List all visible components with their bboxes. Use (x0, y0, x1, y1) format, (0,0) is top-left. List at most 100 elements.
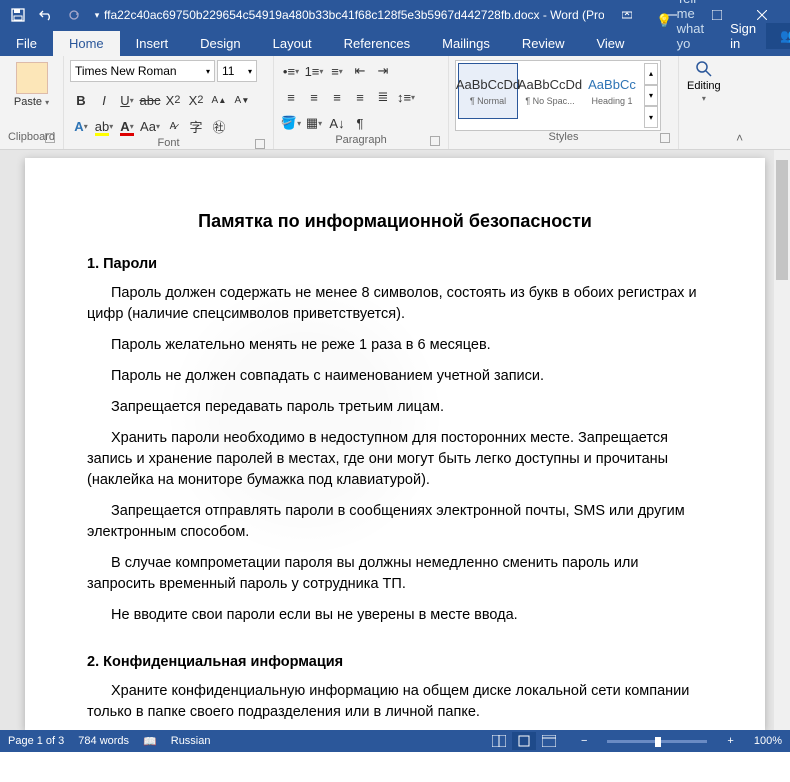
gallery-more[interactable]: ▾ (644, 106, 658, 128)
increase-indent-button[interactable]: ⇥ (372, 60, 394, 82)
doc-heading-2: 2. Конфиденциальная информация (87, 652, 703, 673)
multilevel-button[interactable]: ≡▾ (326, 60, 348, 82)
superscript-button[interactable]: X2 (185, 89, 207, 111)
doc-paragraph: В случае компрометации пароля вы должны … (87, 553, 703, 595)
strikethrough-button[interactable]: abc (139, 89, 161, 111)
paragraph-group-label: Paragraph (335, 134, 386, 146)
language-indicator[interactable]: Russian (171, 735, 211, 747)
doc-paragraph: Не вводите свои пароли если вы не уверен… (87, 605, 703, 626)
subscript-button[interactable]: X2 (162, 89, 184, 111)
font-size-combo[interactable]: 11▾ (217, 60, 257, 82)
align-left-button[interactable]: ≡ (280, 86, 302, 108)
highlight-button[interactable]: ab▾ (93, 115, 115, 137)
paste-button[interactable]: Paste ▾ (10, 60, 53, 110)
doc-paragraph: Пароль должен содержать не менее 8 симво… (87, 283, 703, 325)
grow-font-button[interactable]: A▲ (208, 89, 230, 111)
tab-home[interactable]: Home (53, 31, 120, 56)
undo-icon[interactable] (34, 3, 58, 27)
save-icon[interactable] (6, 3, 30, 27)
web-layout-button[interactable] (537, 732, 561, 750)
sign-in-button[interactable]: Sign in (720, 16, 766, 56)
styles-launcher[interactable] (660, 133, 670, 143)
shading-button[interactable]: 🪣▾ (280, 112, 302, 134)
editing-button[interactable]: Editing ▾ (687, 60, 721, 129)
share-icon: 👥 (780, 28, 790, 44)
bullets-button[interactable]: •≡▾ (280, 60, 302, 82)
find-icon (695, 60, 713, 78)
tab-view[interactable]: View (580, 31, 640, 56)
window-title: ffa22c40ac69750b229654c54919a480b33bc41f… (104, 8, 604, 22)
doc-paragraph: Запрещается передавать пароль третьим ли… (87, 397, 703, 418)
tab-layout[interactable]: Layout (257, 31, 328, 56)
style-normal[interactable]: AaBbCcDd ¶ Normal (458, 63, 518, 119)
clear-format-button[interactable]: A̷ (162, 115, 184, 137)
change-case-button[interactable]: Aa▾ (139, 115, 161, 137)
zoom-in-button[interactable]: + (721, 735, 739, 747)
lightbulb-icon: 💡 (656, 13, 672, 29)
borders-button[interactable]: ▦▾ (303, 112, 325, 134)
zoom-slider[interactable] (607, 740, 707, 743)
ribbon: Paste ▾ Clipboard Times New Roman▾ 11▾ B… (0, 56, 790, 150)
paragraph-launcher[interactable] (430, 136, 440, 146)
zoom-thumb[interactable] (655, 737, 661, 747)
doc-paragraph: Храните конфиденциальную информацию на о… (87, 681, 703, 723)
gallery-up[interactable]: ▴ (644, 63, 658, 85)
distributed-button[interactable]: ≣ (372, 86, 394, 108)
underline-button[interactable]: U▾ (116, 89, 138, 111)
vertical-scrollbar[interactable] (774, 150, 790, 730)
text-effects-button[interactable]: A▾ (70, 115, 92, 137)
show-marks-button[interactable]: ¶ (349, 112, 371, 134)
styles-group-label: Styles (549, 131, 579, 143)
font-name-combo[interactable]: Times New Roman▾ (70, 60, 215, 82)
gallery-down[interactable]: ▾ (644, 85, 658, 107)
paste-icon (16, 62, 48, 94)
page-indicator[interactable]: Page 1 of 3 (8, 735, 64, 747)
doc-paragraph: Хранить пароли необходимо в недоступном … (87, 428, 703, 491)
zoom-out-button[interactable]: − (575, 735, 593, 747)
style-nospacing[interactable]: AaBbCcDd ¶ No Spac... (520, 63, 580, 119)
numbering-button[interactable]: 1≡▾ (303, 60, 325, 82)
style-heading1[interactable]: AaBbCc Heading 1 (582, 63, 642, 119)
font-group-label: Font (157, 137, 179, 149)
decrease-indent-button[interactable]: ⇤ (349, 60, 371, 82)
ribbon-tabs: File Home Insert Design Layout Reference… (0, 30, 790, 56)
tab-file[interactable]: File (0, 31, 53, 56)
doc-paragraph: Пароль не должен совпадать с наименовани… (87, 366, 703, 387)
bold-button[interactable]: B (70, 89, 92, 111)
clipboard-launcher[interactable] (45, 133, 55, 143)
enclose-button[interactable]: ㊓ (208, 115, 230, 137)
italic-button[interactable]: I (93, 89, 115, 111)
doc-paragraph: Запрещается отправлять пароли в сообщени… (87, 501, 703, 543)
document-area: Памятка по информационной безопасности 1… (0, 150, 790, 730)
doc-heading-1: 1. Пароли (87, 254, 703, 275)
tab-mailings[interactable]: Mailings (426, 31, 506, 56)
status-bar: Page 1 of 3 784 words 📖 Russian − + 100% (0, 730, 790, 752)
tab-design[interactable]: Design (184, 31, 256, 56)
document-page[interactable]: Памятка по информационной безопасности 1… (25, 158, 765, 730)
read-mode-button[interactable] (487, 732, 511, 750)
redo-icon[interactable] (62, 3, 86, 27)
line-spacing-button[interactable]: ↕≡▾ (395, 86, 417, 108)
print-layout-button[interactable] (512, 732, 536, 750)
word-count[interactable]: 784 words (78, 735, 129, 747)
justify-button[interactable]: ≡ (349, 86, 371, 108)
tab-references[interactable]: References (328, 31, 426, 56)
tell-me[interactable]: 💡Tell me what yo (640, 0, 720, 56)
doc-title: Памятка по информационной безопасности (87, 208, 703, 234)
qat-customize-icon[interactable]: ▾ (90, 3, 104, 27)
sort-button[interactable]: A↓ (326, 112, 348, 134)
share-button[interactable]: 👥Share (766, 23, 790, 49)
collapse-ribbon-button[interactable]: ˄ (736, 131, 743, 145)
spellcheck-icon[interactable]: 📖 (143, 735, 157, 748)
doc-paragraph: Пароль желательно менять не реже 1 раза … (87, 335, 703, 356)
scroll-thumb[interactable] (776, 160, 788, 280)
align-center-button[interactable]: ≡ (303, 86, 325, 108)
font-launcher[interactable] (255, 139, 265, 149)
tab-review[interactable]: Review (506, 31, 581, 56)
align-right-button[interactable]: ≡ (326, 86, 348, 108)
tab-insert[interactable]: Insert (120, 31, 185, 56)
phonetic-button[interactable]: 字 (185, 115, 207, 137)
font-color-button[interactable]: A▾ (116, 115, 138, 137)
shrink-font-button[interactable]: A▼ (231, 89, 253, 111)
zoom-level[interactable]: 100% (754, 735, 782, 747)
